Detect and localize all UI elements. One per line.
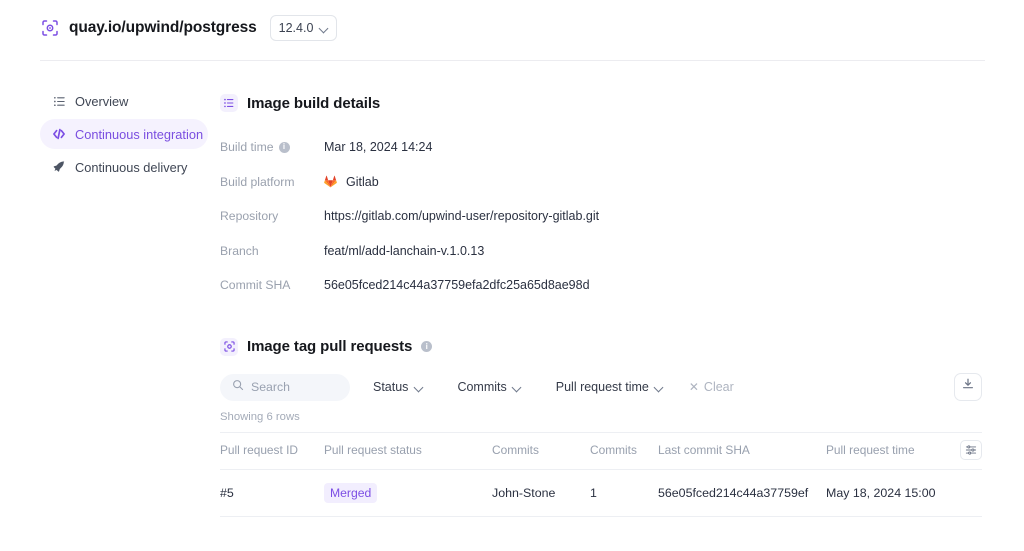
detail-value: feat/ml/add-lanchain-v.1.0.13 <box>324 244 484 258</box>
filter-commits-dropdown[interactable]: Commits <box>446 374 532 401</box>
detail-key-text: Commit SHA <box>220 278 291 293</box>
detail-row-build-time: Build time i Mar 18, 2024 14:24 <box>220 130 1010 165</box>
pull-requests-table: Pull request ID Pull request status Comm… <box>220 431 982 517</box>
filter-label: Status <box>373 380 409 394</box>
detail-key-text: Branch <box>220 243 259 258</box>
code-brackets-icon <box>52 127 66 141</box>
download-icon <box>961 377 975 396</box>
build-details-section: Image build details Build time i Mar 18,… <box>220 94 1010 303</box>
filter-label: Commits <box>457 380 507 394</box>
filter-pull-request-time-dropdown[interactable]: Pull request time <box>545 374 675 401</box>
cell-pull-request-id: #5 <box>220 469 324 517</box>
detail-label: Commit SHA <box>220 278 324 292</box>
cell-settings-spacer <box>954 469 982 517</box>
list-icon <box>52 94 66 108</box>
header-divider <box>40 60 985 61</box>
table-settings-icon[interactable] <box>960 439 982 460</box>
search-placeholder: Search <box>251 380 290 394</box>
detail-row-build-platform: Build platform Gitlab <box>220 165 1010 200</box>
detail-row-commit-sha: Commit SHA 56e05fced214c44a37759efa2dfc2… <box>220 268 1010 303</box>
page-title: quay.io/upwind/postgress <box>69 19 257 36</box>
column-header-pull-request-id[interactable]: Pull request ID <box>220 431 324 470</box>
detail-value-text: feat/ml/add-lanchain-v.1.0.13 <box>324 243 485 258</box>
detail-row-repository: Repository https://gitlab.com/upwind-use… <box>220 199 1010 234</box>
column-header-commits-author[interactable]: Commits <box>492 431 590 470</box>
list-icon <box>220 94 238 112</box>
cell-pull-request-status: Merged <box>324 469 492 517</box>
export-download-button[interactable] <box>954 372 982 401</box>
sidebar: Overview Continuous integration Continuo… <box>40 86 208 185</box>
column-header-commits-count[interactable]: Commits <box>590 431 658 470</box>
filter-label: Pull request time <box>555 380 649 394</box>
sidebar-item-continuous-integration[interactable]: Continuous integration <box>40 119 208 149</box>
search-input[interactable]: Search <box>220 373 350 401</box>
section-heading: Image build details <box>247 94 381 112</box>
cell-pull-request-time: May 18, 2024 15:00 <box>826 469 954 517</box>
detail-label: Build time i <box>220 140 324 154</box>
filter-status-dropdown[interactable]: Status <box>362 374 434 401</box>
container-registry-icon <box>220 337 238 356</box>
version-dropdown[interactable]: 12.4.0 <box>269 15 338 41</box>
detail-label: Repository <box>220 209 324 223</box>
rocket-icon <box>52 160 66 174</box>
pull-requests-toolbar: Search Status Commits Pull request time … <box>220 372 1010 401</box>
search-icon <box>232 378 244 396</box>
chevron-down-icon <box>655 383 664 392</box>
column-header-pull-request-status[interactable]: Pull request status <box>324 431 492 470</box>
cell-commits-author: John-Stone <box>492 469 590 517</box>
pull-requests-title: Image tag pull requests i <box>220 337 1010 356</box>
section-heading: Image tag pull requests <box>247 338 413 355</box>
detail-value-text: Mar 18, 2024 14:24 <box>324 140 433 155</box>
container-registry-icon <box>40 18 60 38</box>
detail-row-branch: Branch feat/ml/add-lanchain-v.1.0.13 <box>220 234 1010 269</box>
close-icon: ✕ <box>688 380 699 394</box>
column-header-last-commit-sha[interactable]: Last commit SHA <box>658 431 826 470</box>
detail-value: https://gitlab.com/upwind-user/repositor… <box>324 209 599 223</box>
detail-label: Build platform <box>220 175 324 189</box>
chevron-down-icon <box>414 383 423 392</box>
detail-value-text: 56e05fced214c44a37759efa2dfc25a65d8ae98d <box>324 278 590 293</box>
clear-label: Clear <box>703 380 734 394</box>
main-content: Image build details Build time i Mar 18,… <box>220 94 1010 517</box>
sidebar-item-label: Overview <box>75 93 129 109</box>
page-header: quay.io/upwind/postgress 12.4.0 <box>0 0 1024 56</box>
table-row[interactable]: #5 Merged John-Stone 1 56e05fced214c44a3… <box>220 469 982 517</box>
detail-value: Gitlab <box>324 175 379 189</box>
cell-commits-count: 1 <box>590 469 658 517</box>
sidebar-item-label: Continuous delivery <box>75 159 188 175</box>
sidebar-item-label: Continuous integration <box>75 126 204 142</box>
info-icon[interactable]: i <box>278 141 290 153</box>
gitlab-fox-icon <box>324 175 337 188</box>
sidebar-item-overview[interactable]: Overview <box>40 86 208 116</box>
cell-last-commit-sha: 56e05fced214c44a37759ef <box>658 469 826 517</box>
status-badge: Merged <box>324 482 378 503</box>
detail-value-text: Gitlab <box>346 174 379 189</box>
detail-value-text: https://gitlab.com/upwind-user/repositor… <box>324 209 600 224</box>
table-header-row: Pull request ID Pull request status Comm… <box>220 431 982 470</box>
rows-count-label: Showing 6 rows <box>220 410 300 423</box>
detail-key-text: Build platform <box>220 174 295 189</box>
build-details-title: Image build details <box>220 94 1010 112</box>
chevron-down-icon <box>319 24 328 33</box>
detail-key-text: Repository <box>220 209 279 224</box>
column-header-settings <box>954 431 982 470</box>
pull-requests-section: Image tag pull requests i Search Status … <box>220 337 1010 517</box>
detail-value: Mar 18, 2024 14:24 <box>324 140 432 154</box>
info-icon[interactable]: i <box>421 341 433 352</box>
column-header-pull-request-time[interactable]: Pull request time <box>826 431 954 470</box>
sidebar-item-continuous-delivery[interactable]: Continuous delivery <box>40 152 208 182</box>
version-label: 12.4.0 <box>278 21 314 35</box>
detail-value: 56e05fced214c44a37759efa2dfc25a65d8ae98d <box>324 278 590 292</box>
clear-filters-button[interactable]: ✕ Clear <box>689 374 734 401</box>
detail-label: Branch <box>220 244 324 258</box>
detail-key-text: Build time <box>220 140 274 155</box>
chevron-down-icon <box>513 383 522 392</box>
